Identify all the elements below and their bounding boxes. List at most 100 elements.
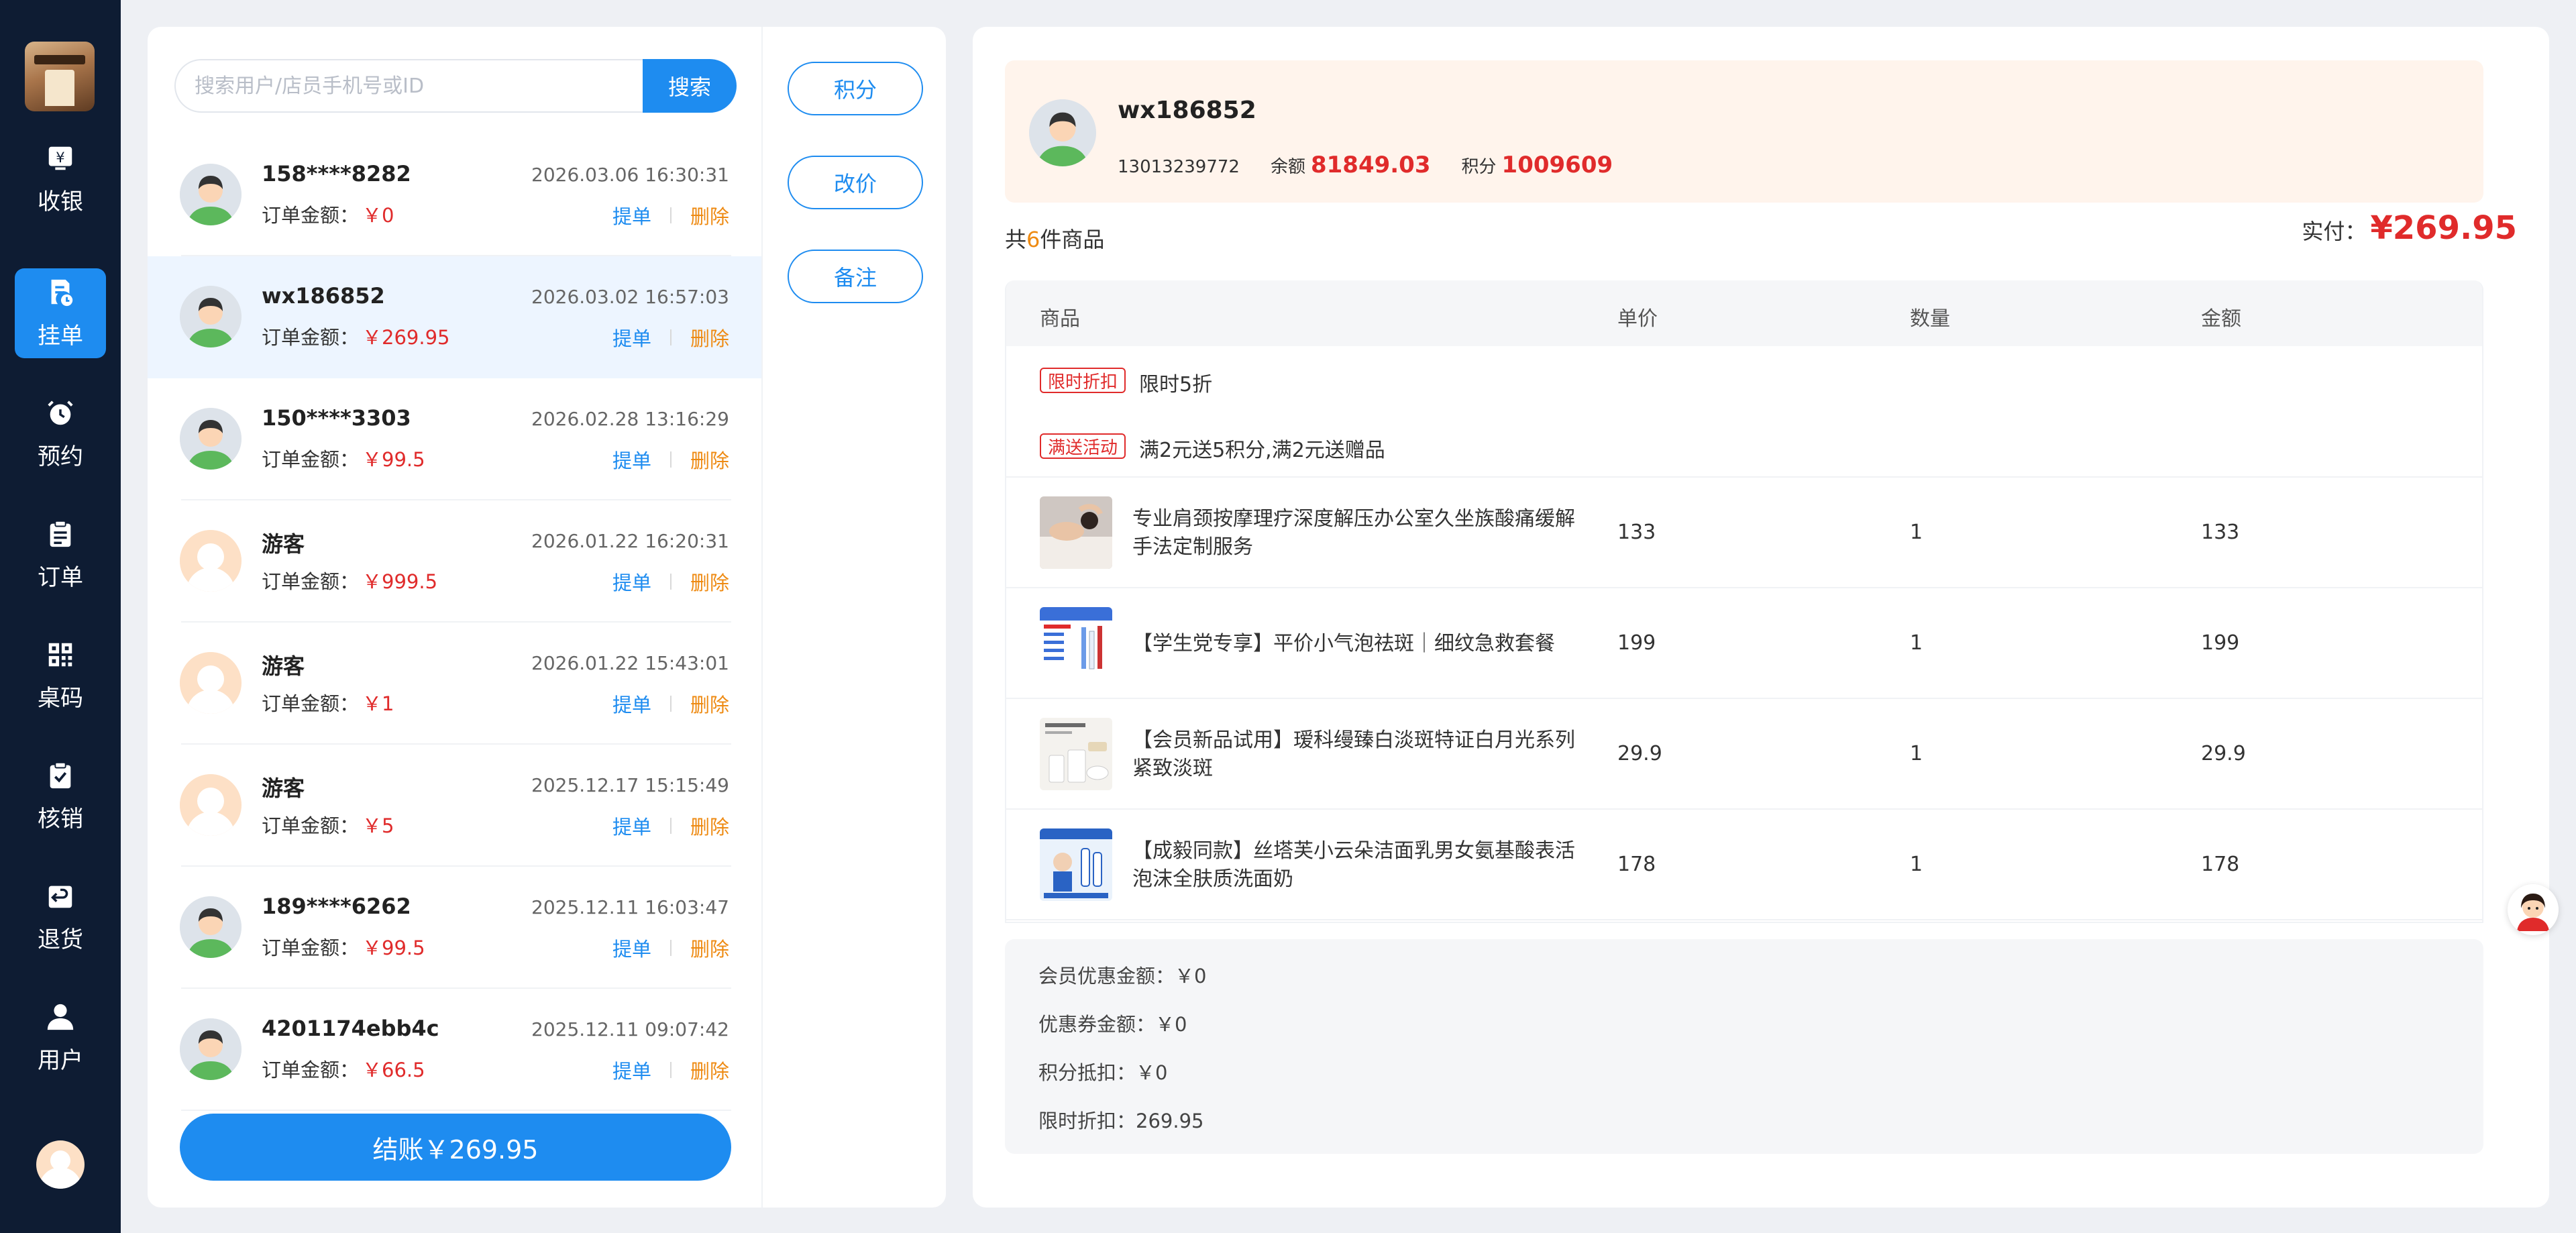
quantity: 1 <box>1910 742 1923 765</box>
balance-value: 81849.03 <box>1310 152 1431 178</box>
customer-avatar <box>180 408 241 470</box>
customer-name: wx186852 <box>262 283 385 309</box>
verify-check-icon <box>50 761 71 788</box>
nav-item-return[interactable]: 退货 <box>15 872 106 962</box>
order-amount-label: 订单金额： <box>262 1059 360 1081</box>
store-logo[interactable] <box>25 42 95 111</box>
delete-order-link[interactable]: 删除 <box>690 934 729 962</box>
nav-item-user[interactable]: 用户 <box>15 993 106 1083</box>
delete-order-link[interactable]: 删除 <box>690 445 729 474</box>
col-quantity: 数量 <box>1910 307 1950 331</box>
nav-item-cashier[interactable]: ¥ 收银 <box>15 134 106 224</box>
order-amount: ￥5 <box>362 814 394 837</box>
order-amount-label: 订单金额： <box>262 448 360 471</box>
action-divider <box>669 329 672 345</box>
delete-order-link[interactable]: 删除 <box>690 1056 729 1084</box>
member-phone: 13013239772 <box>1118 157 1240 177</box>
nav-label: 订单 <box>38 564 83 591</box>
order-amount: ￥999.5 <box>362 570 438 593</box>
goods-count: 共6件商品 <box>1005 227 1105 252</box>
line-amount: 133 <box>2201 521 2240 544</box>
points-button[interactable]: 积分 <box>788 62 923 115</box>
order-list-item[interactable]: 4201174ebb4c 2025.12.11 09:07:42 订单金额： ￥66.… <box>148 989 761 1111</box>
order-amount-label: 订单金额： <box>262 814 360 837</box>
table-header: 商品 单价 数量 金额 <box>1006 280 2482 346</box>
order-actions: 提单 删除 <box>612 323 729 352</box>
nav-item-reservation[interactable]: 预约 <box>15 389 106 479</box>
checkout-button[interactable]: 结账￥269.95 <box>180 1114 731 1181</box>
customer-avatar <box>180 164 241 225</box>
product-name: 【会员新品试用】瑷科缦臻白淡斑特证白月光系列 紧致淡斑 <box>1132 728 1575 780</box>
pick-order-link[interactable]: 提单 <box>612 445 651 474</box>
pick-order-link[interactable]: 提单 <box>612 1056 651 1084</box>
line-amount: 199 <box>2201 631 2240 655</box>
remark-button[interactable]: 备注 <box>788 250 923 303</box>
product-name: 【成毅同款】丝塔芙小云朵洁面乳男女氨基酸表活泡沫全肤质洗面奶 <box>1132 839 1575 891</box>
limited-time-discount: 限时折扣：269.95 <box>1038 1110 1204 1132</box>
product-image <box>1040 828 1112 901</box>
nav-label: 退货 <box>38 926 83 953</box>
operator-avatar[interactable] <box>36 1140 85 1189</box>
delete-order-link[interactable]: 删除 <box>690 201 729 229</box>
customer-name: 游客 <box>262 531 305 557</box>
order-list-item[interactable]: 游客 2026.01.22 16:20:31 订单金额： ￥999.5 提单 删除 <box>148 500 761 623</box>
delete-order-link[interactable]: 删除 <box>690 568 729 596</box>
customer-avatar <box>180 1018 241 1080</box>
order-list-item[interactable]: 游客 2026.01.22 15:43:01 订单金额： ￥1 提单 删除 <box>148 623 761 745</box>
discount-summary: 会员优惠金额：￥0 优惠券金额：￥0 积分抵扣：￥0 限时折扣：269.95 <box>1005 939 2483 1154</box>
unit-price: 178 <box>1617 853 1656 876</box>
order-list-item[interactable]: 158****8282 2026.03.06 16:30:31 订单金额： ￥0 提单 删… <box>148 134 761 256</box>
pick-order-link[interactable]: 提单 <box>612 934 651 962</box>
delete-order-link[interactable]: 删除 <box>690 812 729 840</box>
order-list-item[interactable]: wx186852 2026.03.02 16:57:03 订单金额： ￥269.95 提… <box>148 256 761 378</box>
nav-label: 收银 <box>38 188 83 215</box>
delete-order-link[interactable]: 删除 <box>690 690 729 718</box>
quantity: 1 <box>1910 853 1923 876</box>
search-input[interactable] <box>174 59 643 113</box>
nav-item-orders[interactable]: 订单 <box>15 510 106 600</box>
nav-label: 预约 <box>38 443 83 470</box>
points-deduction: 积分抵扣：￥0 <box>1038 1061 1168 1084</box>
order-amount: ￥0 <box>362 204 394 227</box>
pick-order-link[interactable]: 提单 <box>612 568 651 596</box>
table-row: 【学生党专享】平价小气泡祛斑｜细纹急救套餐 199 1 199 <box>1006 588 2482 699</box>
table-row: 【会员新品试用】瑷科缦臻白淡斑特证白月光系列 紧致淡斑 29.9 1 29.9 <box>1006 699 2482 810</box>
goods-table: 商品 单价 数量 金额 限时折扣 限时5折 满送活动 满2元送5积分,满2元送赠… <box>1005 280 2483 923</box>
order-time: 2026.02.28 13:16:29 <box>531 408 729 430</box>
quantity: 1 <box>1910 521 1923 544</box>
customer-name: 150****3303 <box>262 405 411 431</box>
order-detail-panel: wx186852 13013239772 余额 81849.03 积分 1009… <box>973 27 2549 1208</box>
balance-label: 余额 <box>1270 157 1305 177</box>
paid-amount: 实付： ¥269.95 <box>2302 209 2517 247</box>
search-button[interactable]: 搜索 <box>643 59 737 113</box>
pending-orders-panel: 搜索 158****82822026.03.06 16:30:31订单金额：￥0… <box>148 27 946 1208</box>
promo-row: 限时折扣 限时5折 <box>1006 346 2482 412</box>
nav-item-pending-order[interactable]: 挂单 <box>15 268 106 358</box>
nav-item-table-code[interactable]: 桌码 <box>15 631 106 720</box>
order-amount-label: 订单金额： <box>262 692 360 715</box>
order-list-item[interactable]: 150****3303 2026.02.28 13:16:29 订单金额： ￥99.5… <box>148 378 761 500</box>
delete-order-link[interactable]: 删除 <box>690 323 729 352</box>
action-divider <box>669 818 672 834</box>
order-list-item[interactable]: 游客 2025.12.17 15:15:49 订单金额： ￥5 提单 删除 <box>148 745 761 867</box>
cashier-icon: ¥ <box>48 146 72 170</box>
order-list-item[interactable]: 189****6262 2025.12.11 16:03:47 订单金额： ￥99.5… <box>148 867 761 989</box>
order-actions: 提单 删除 <box>612 934 729 962</box>
pick-order-link[interactable]: 提单 <box>612 690 651 718</box>
pick-order-link[interactable]: 提单 <box>612 323 651 352</box>
pick-order-link[interactable]: 提单 <box>612 812 651 840</box>
line-amount: 29.9 <box>2201 742 2246 765</box>
member-avatar <box>1029 99 1096 166</box>
order-actions: 提单 删除 <box>612 812 729 840</box>
assistant-avatar[interactable] <box>2508 884 2559 935</box>
nav-item-verify[interactable]: 核销 <box>15 751 106 841</box>
table-row: 【成毅同款】丝塔芙小云朵洁面乳男女氨基酸表活泡沫全肤质洗面奶 178 1 178 <box>1006 810 2482 920</box>
pick-order-link[interactable]: 提单 <box>612 201 651 229</box>
customer-avatar <box>180 286 241 347</box>
order-actions: 提单 删除 <box>612 201 729 229</box>
member-discount: 会员优惠金额：￥0 <box>1038 965 1207 987</box>
svg-text:¥: ¥ <box>56 148 64 165</box>
promo-text: 满2元送5积分,满2元送赠品 <box>1139 439 1385 462</box>
order-actions: 提单 删除 <box>612 1056 729 1084</box>
change-price-button[interactable]: 改价 <box>788 156 923 209</box>
